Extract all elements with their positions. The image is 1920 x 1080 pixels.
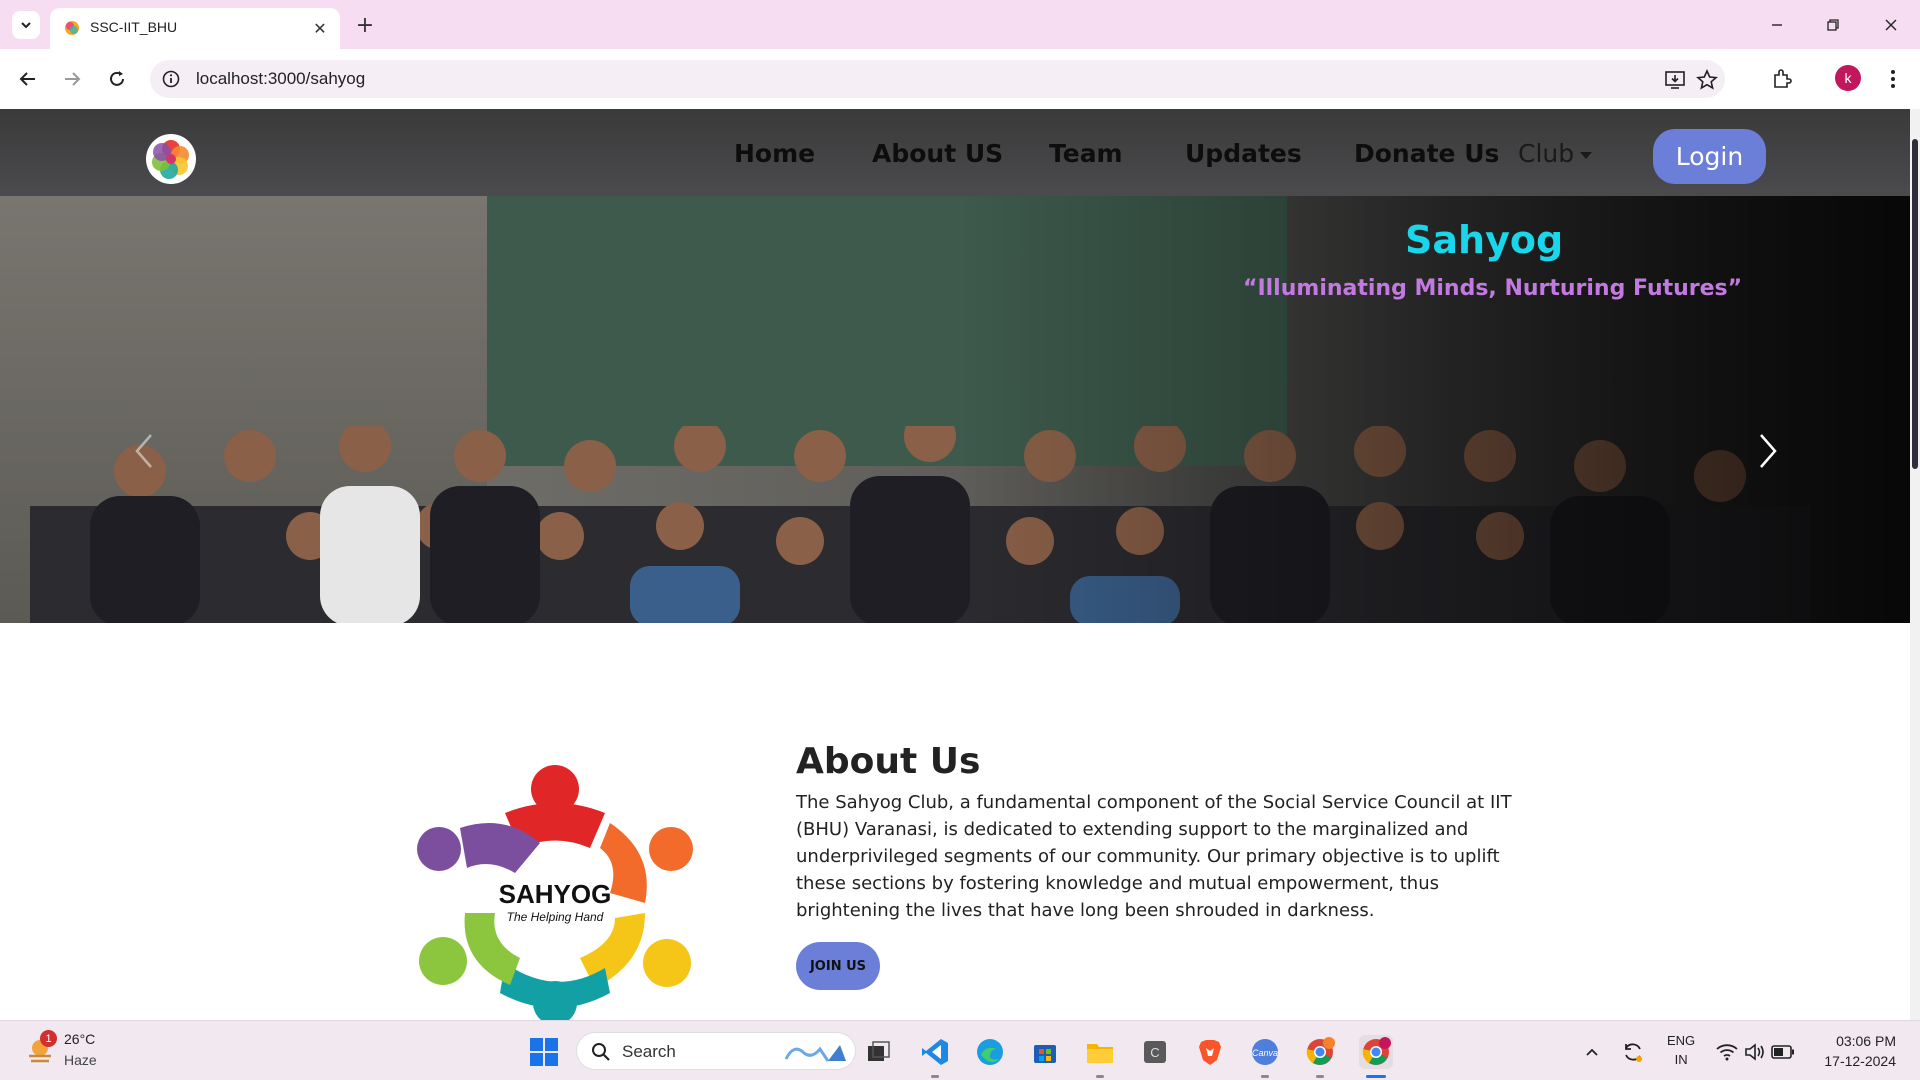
tab-title: SSC-IIT_BHU [90,19,178,35]
svg-text:C: C [1150,1045,1159,1060]
chrome-profile-k-orange-icon[interactable] [1303,1035,1337,1069]
page-scrollbar[interactable] [1910,109,1920,1020]
hero-carousel: Sahyog “Illuminating Minds, Nurturing Fu… [0,196,1910,623]
profile-avatar[interactable]: k [1835,65,1861,91]
file-explorer-icon[interactable] [1083,1035,1117,1069]
store-icon[interactable] [1028,1035,1062,1069]
clock-date: 17-12-2024 [1824,1053,1896,1069]
chrome-active-indicator [1366,1075,1386,1078]
tray-overflow-chevron-icon[interactable] [1575,1035,1609,1069]
canva-running-indicator [1261,1075,1269,1078]
chrome-profile-k-active-icon[interactable] [1359,1035,1393,1069]
hero-title: Sahyog [1405,218,1564,262]
hero-overlay [0,196,1910,623]
nav-club-label: Club [1518,139,1575,168]
battery-icon[interactable] [1766,1035,1800,1069]
sahyog-logo: SAHYOG The Helping Hand [417,765,693,1020]
edge-icon[interactable] [973,1035,1007,1069]
more-menu-icon[interactable] [1878,63,1908,95]
close-window-icon[interactable] [1876,10,1906,40]
browser-tabstrip: SSC-IIT_BHU ✕ + [0,0,1920,49]
tab-close-icon[interactable]: ✕ [310,18,330,38]
site-logo[interactable] [146,134,196,184]
site-navbar: Home About US Team Updates Donate Us Clu… [0,109,1910,196]
svg-text:Canva: Canva [1252,1048,1278,1058]
windows-taskbar: 1 26°C Haze Search C Canva ENG IN 03:06 … [0,1020,1920,1080]
nav-club-dropdown[interactable]: Club [1518,139,1593,168]
explorer-running-indicator [1096,1075,1104,1078]
taskbar-search-label: Search [622,1042,676,1061]
logo-tagline: The Helping Hand [507,910,604,924]
clock-time: 03:06 PM [1836,1033,1896,1049]
nav-about[interactable]: About US [872,139,1003,168]
input-language[interactable]: ENG IN [1667,1031,1695,1069]
reload-icon[interactable] [101,63,133,95]
search-icon [592,1043,610,1061]
chrome-running-indicator [1316,1075,1324,1078]
page-viewport: Home About US Team Updates Donate Us Clu… [0,109,1920,1020]
chevron-down-icon [21,22,31,29]
weather-condition[interactable]: Haze [64,1052,97,1068]
scrollbar-thumb[interactable] [1912,139,1918,469]
nav-home[interactable]: Home [734,139,815,168]
nav-team[interactable]: Team [1049,139,1123,168]
vscode-icon[interactable] [918,1035,952,1069]
brave-icon[interactable] [1193,1035,1227,1069]
search-highlight-icon [784,1045,846,1062]
caret-down-icon [1580,152,1593,159]
logo-text: SAHYOG [499,879,612,909]
lang-region: IN [1674,1052,1688,1067]
url-text[interactable]: localhost:3000/sahyog [196,69,365,89]
vscode-running-indicator [931,1075,939,1078]
about-section: SAHYOG The Helping Hand About Us The Sah… [0,623,1910,1020]
sync-icon[interactable] [1616,1035,1650,1069]
address-bar[interactable]: localhost:3000/sahyog [150,60,1725,98]
tab-search-button[interactable] [12,11,40,39]
install-app-icon[interactable] [1663,68,1687,92]
carousel-next-icon[interactable] [1748,421,1788,481]
bookmark-star-icon[interactable] [1695,68,1719,92]
new-tab-button[interactable]: + [352,12,378,38]
hero-subtitle: “Illuminating Minds, Nurturing Futures” [1243,276,1743,301]
weather-temp[interactable]: 26°C [64,1031,95,1047]
taskbar-search[interactable]: Search [576,1032,856,1070]
browser-tab[interactable]: SSC-IIT_BHU ✕ [50,8,340,49]
clock[interactable]: 03:06 PM 17-12-2024 [1812,1031,1896,1071]
back-icon[interactable] [12,63,44,95]
windows-start-icon[interactable] [527,1035,561,1069]
flower-logo-icon [152,140,189,179]
forward-icon[interactable] [56,63,88,95]
minimize-icon[interactable] [1762,10,1792,40]
nav-updates[interactable]: Updates [1185,139,1302,168]
site-info-icon[interactable] [162,70,180,88]
about-description: The Sahyog Club, a fundamental component… [796,792,1512,921]
lang-code: ENG [1667,1033,1696,1048]
about-heading: About Us [796,741,981,782]
browser-toolbar: localhost:3000/sahyog k [0,49,1920,109]
restore-icon[interactable] [1818,10,1848,40]
code-app-icon[interactable]: C [1138,1035,1172,1069]
task-view-icon[interactable] [862,1035,896,1069]
extensions-icon[interactable] [1766,63,1798,95]
favicon-icon [65,21,79,35]
nav-donate[interactable]: Donate Us [1354,139,1499,168]
login-button[interactable]: Login [1653,129,1766,184]
canva-icon[interactable]: Canva [1248,1035,1282,1069]
weather-badge: 1 [40,1030,57,1047]
join-us-button[interactable]: JOIN US [796,942,880,990]
carousel-prev-icon[interactable] [124,421,164,481]
